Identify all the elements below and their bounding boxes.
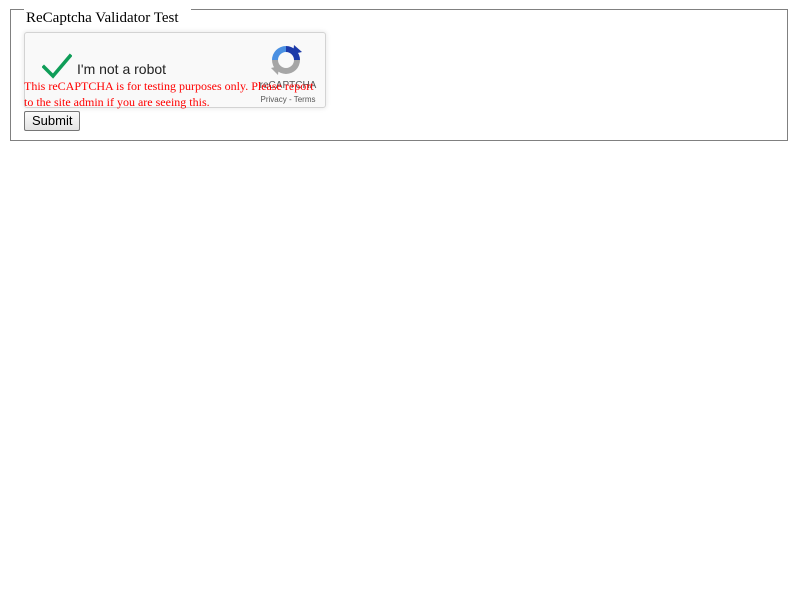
- submit-button[interactable]: Submit: [24, 111, 81, 131]
- recaptcha-logo-icon: [271, 45, 302, 75]
- fieldset-border: [10, 9, 24, 10]
- fieldset-border: [191, 9, 788, 10]
- form-legend: ReCaptcha Validator Test: [25, 9, 180, 27]
- recaptcha-label: I'm not a robot: [77, 61, 167, 77]
- test-key-warning: This reCAPTCHA is for testing purposes o…: [24, 79, 314, 109]
- checkmark-icon[interactable]: [42, 53, 72, 81]
